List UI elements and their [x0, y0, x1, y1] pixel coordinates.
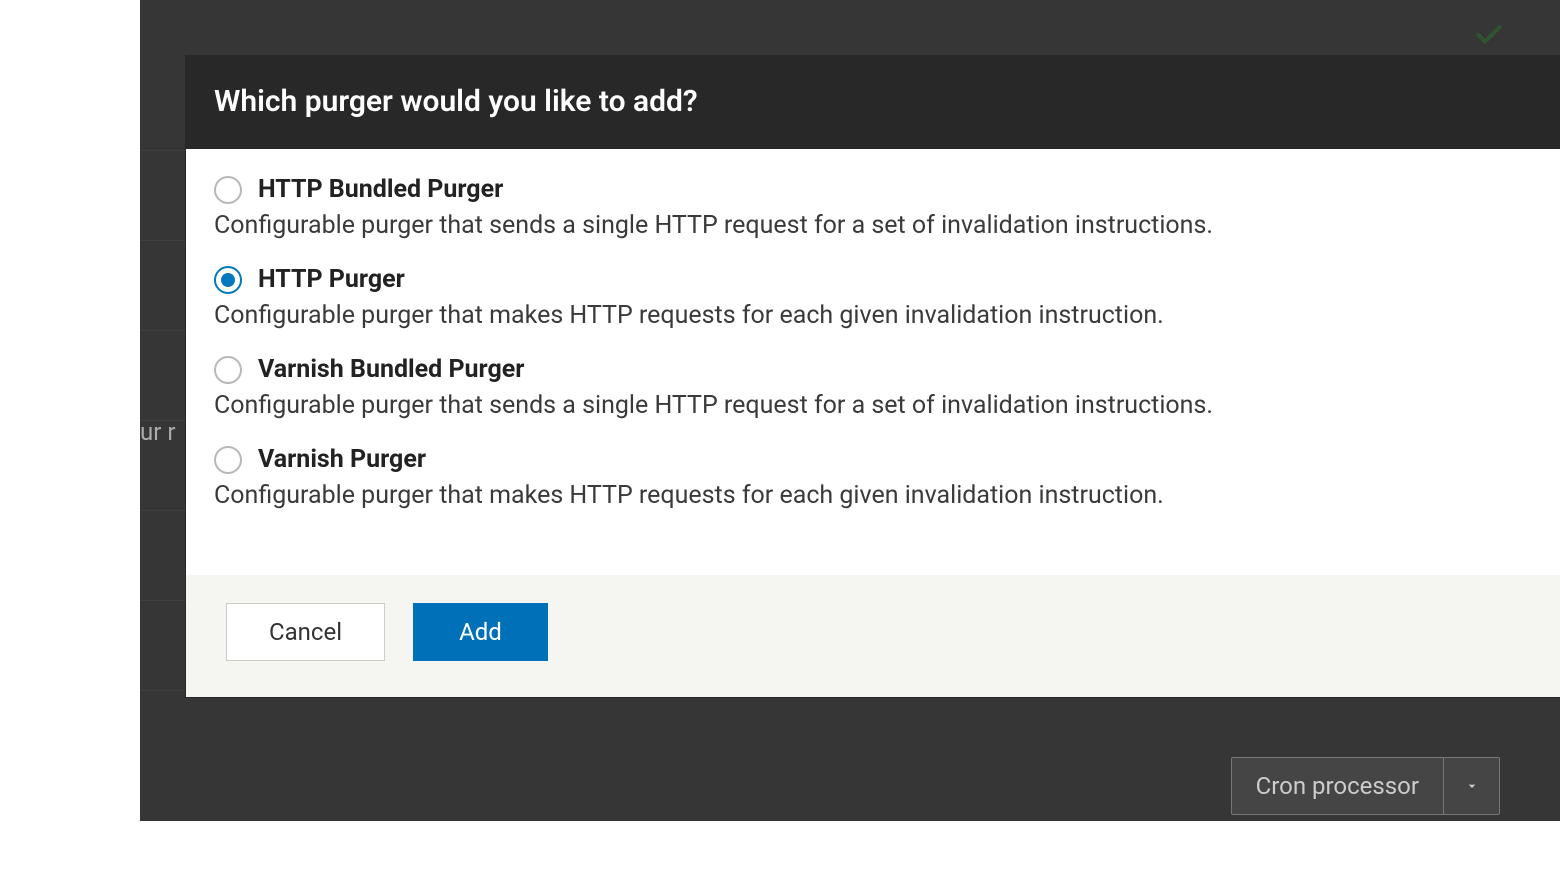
option-description: Configurable purger that makes HTTP requ…: [214, 478, 1532, 513]
cancel-button[interactable]: Cancel: [226, 603, 385, 661]
option-description: Configurable purger that sends a single …: [214, 208, 1532, 243]
dialog-body: HTTP Bundled Purger Configurable purger …: [186, 149, 1560, 575]
caret-down-icon: [1443, 758, 1499, 814]
dialog-title: Which purger would you like to add?: [214, 84, 1532, 119]
radio-http-purger[interactable]: [214, 266, 242, 294]
option-label[interactable]: HTTP Bundled Purger: [258, 175, 503, 204]
option-label[interactable]: Varnish Purger: [258, 445, 426, 474]
dialog-header: Which purger would you like to add?: [186, 56, 1560, 149]
check-icon: [1473, 18, 1505, 60]
purger-option: Varnish Purger Configurable purger that …: [214, 445, 1532, 513]
purger-option: Varnish Bundled Purger Configurable purg…: [214, 355, 1532, 423]
radio-varnish-purger[interactable]: [214, 446, 242, 474]
background-truncated-text: ur r: [140, 418, 175, 446]
purger-option: HTTP Purger Configurable purger that mak…: [214, 265, 1532, 333]
add-button[interactable]: Add: [413, 603, 548, 661]
option-description: Configurable purger that sends a single …: [214, 388, 1532, 423]
add-purger-dialog: Which purger would you like to add? HTTP…: [186, 56, 1560, 697]
option-label[interactable]: HTTP Purger: [258, 265, 405, 294]
processor-dropdown[interactable]: Cron processor: [1231, 757, 1500, 815]
purger-option: HTTP Bundled Purger Configurable purger …: [214, 175, 1532, 243]
dialog-footer: Cancel Add: [186, 575, 1560, 697]
option-label[interactable]: Varnish Bundled Purger: [258, 355, 524, 384]
radio-http-bundled-purger[interactable]: [214, 176, 242, 204]
processor-dropdown-label: Cron processor: [1232, 758, 1443, 814]
option-description: Configurable purger that makes HTTP requ…: [214, 298, 1532, 333]
radio-varnish-bundled-purger[interactable]: [214, 356, 242, 384]
